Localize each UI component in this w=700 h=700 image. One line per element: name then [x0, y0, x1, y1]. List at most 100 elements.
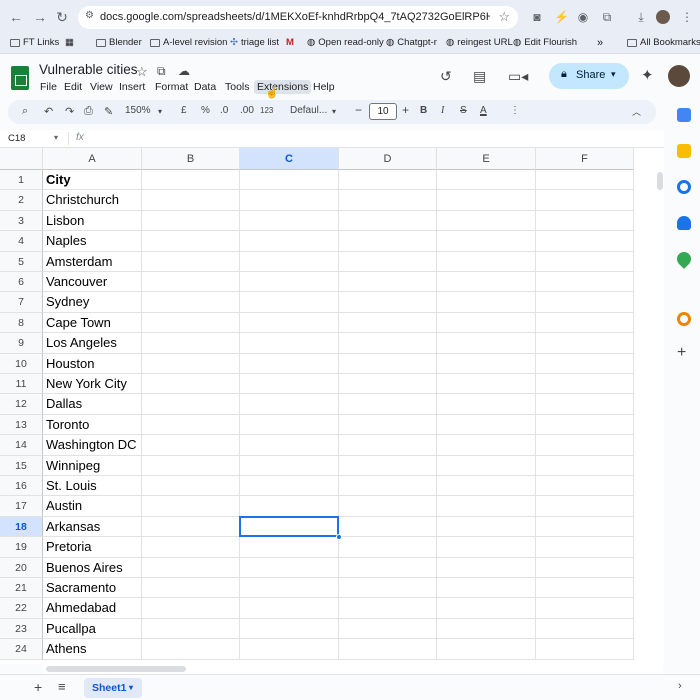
cell-d14[interactable] — [339, 435, 437, 456]
cell-b1[interactable] — [142, 170, 240, 191]
cell-b2[interactable] — [142, 190, 240, 211]
row-header[interactable]: 21 — [0, 578, 43, 599]
cell-d22[interactable] — [339, 598, 437, 619]
cell-f22[interactable] — [536, 598, 634, 619]
cell-f1[interactable] — [536, 170, 634, 191]
cell-c8[interactable] — [240, 312, 339, 334]
column-header-b[interactable]: B — [142, 148, 240, 170]
menu-data[interactable]: Data — [191, 80, 219, 94]
active-cell-outline[interactable] — [239, 515, 339, 538]
cell-b11[interactable] — [142, 374, 240, 395]
get-addons-plus-icon[interactable]: + — [677, 344, 686, 362]
all-sheets-button[interactable]: ≡ — [58, 679, 66, 694]
cell-c5[interactable] — [240, 251, 339, 272]
extension-badge-icon[interactable]: ◉ — [576, 10, 590, 24]
cell-e22[interactable] — [437, 598, 536, 619]
column-header-e[interactable]: E — [437, 148, 536, 170]
percent-format-button[interactable]: % — [201, 105, 210, 116]
cell-a1[interactable]: City — [43, 170, 142, 191]
cell-c15[interactable] — [240, 455, 339, 476]
cell-d10[interactable] — [339, 353, 437, 374]
cell-b12[interactable] — [142, 394, 240, 415]
print-icon[interactable]: ⎙ — [84, 105, 93, 118]
tasks-icon[interactable] — [677, 180, 691, 194]
cell-b17[interactable] — [142, 496, 240, 517]
cell-a4[interactable]: Naples — [43, 231, 142, 252]
row-header[interactable]: 19 — [0, 537, 43, 558]
cell-f3[interactable] — [536, 210, 634, 232]
cell-d17[interactable] — [339, 496, 437, 517]
bookmark-open-read-only[interactable]: ◍ Open read-only — [307, 37, 384, 48]
zoom-select[interactable]: 150% — [125, 105, 151, 116]
cell-c16[interactable] — [240, 476, 339, 497]
addon-icon[interactable] — [677, 312, 691, 326]
font-size-decrease-button[interactable]: − — [355, 103, 362, 117]
cell-c10[interactable] — [240, 353, 339, 374]
cell-f11[interactable] — [536, 374, 634, 395]
cloud-status-icon[interactable]: ☁ — [178, 64, 190, 78]
cell-b15[interactable] — [142, 455, 240, 476]
share-dropdown-icon[interactable]: ▾ — [611, 69, 616, 80]
cell-e17[interactable] — [437, 496, 536, 517]
gemini-sparkle-icon[interactable]: ✦ — [641, 66, 654, 84]
cell-d23[interactable] — [339, 618, 437, 640]
cell-f23[interactable] — [536, 618, 634, 640]
row-header[interactable]: 23 — [0, 618, 43, 640]
star-icon[interactable]: ☆ — [136, 64, 148, 80]
name-box-dropdown-icon[interactable]: ▾ — [54, 133, 58, 142]
cell-d11[interactable] — [339, 374, 437, 395]
cell-e19[interactable] — [437, 537, 536, 558]
cell-a5[interactable]: Amsterdam — [43, 251, 142, 272]
row-header[interactable]: 11 — [0, 374, 43, 395]
all-bookmarks[interactable]: All Bookmarks — [627, 37, 700, 48]
cell-f19[interactable] — [536, 537, 634, 558]
cell-e18[interactable] — [437, 516, 536, 538]
cell-a10[interactable]: Houston — [43, 353, 142, 374]
row-header[interactable]: 10 — [0, 353, 43, 374]
cell-f4[interactable] — [536, 231, 634, 252]
bookmark-triage[interactable]: ✣ triage list — [230, 37, 279, 48]
row-header[interactable]: 14 — [0, 435, 43, 456]
cell-b5[interactable] — [142, 251, 240, 272]
cell-b10[interactable] — [142, 353, 240, 374]
font-dropdown-icon[interactable]: ▾ — [332, 107, 336, 116]
cell-f21[interactable] — [536, 578, 634, 599]
decrease-decimal-button[interactable]: .0 — [220, 105, 228, 116]
column-header-d[interactable]: D — [339, 148, 437, 170]
column-header-f[interactable]: F — [536, 148, 634, 170]
cell-a20[interactable]: Buenos Aires — [43, 557, 142, 578]
cell-e21[interactable] — [437, 578, 536, 599]
cell-d9[interactable] — [339, 333, 437, 354]
cell-e9[interactable] — [437, 333, 536, 354]
sheet-tab-sheet1[interactable]: Sheet1 ▾ — [84, 678, 142, 698]
cell-c7[interactable] — [240, 292, 339, 313]
profile-avatar-icon[interactable] — [656, 10, 670, 24]
move-folder-icon[interactable]: ⧉ — [157, 64, 166, 79]
bookmark-star-icon[interactable]: ☆ — [498, 9, 510, 25]
currency-format-button[interactable]: £ — [181, 105, 187, 116]
cell-c17[interactable] — [240, 496, 339, 517]
menu-tools[interactable]: Tools — [222, 80, 253, 94]
cell-d7[interactable] — [339, 292, 437, 313]
cell-b14[interactable] — [142, 435, 240, 456]
cell-a3[interactable]: Lisbon — [43, 210, 142, 232]
cell-c2[interactable] — [240, 190, 339, 211]
reload-icon[interactable]: ↻ — [54, 9, 70, 25]
bookmark-reingest[interactable]: ◍ reingest URL — [446, 37, 513, 48]
cell-c12[interactable] — [240, 394, 339, 415]
menu-view[interactable]: View — [87, 80, 116, 94]
number-format-button[interactable]: 123 — [260, 106, 273, 115]
cell-a18[interactable]: Arkansas — [43, 516, 142, 538]
cell-c11[interactable] — [240, 374, 339, 395]
cell-b8[interactable] — [142, 312, 240, 334]
cell-a2[interactable]: Christchurch — [43, 190, 142, 211]
address-bar[interactable]: ⚙ docs.google.com/spreadsheets/d/1MEKXoE… — [78, 6, 518, 29]
browser-menu-icon[interactable]: ⋮ — [680, 10, 694, 24]
cell-a24[interactable]: Athens — [43, 639, 142, 660]
cell-e10[interactable] — [437, 353, 536, 374]
cell-f18[interactable] — [536, 516, 634, 538]
cell-d12[interactable] — [339, 394, 437, 415]
bookmark-chatgpt[interactable]: ◍ Chatgpt-r — [386, 37, 437, 48]
row-header[interactable]: 7 — [0, 292, 43, 313]
increase-decimal-button[interactable]: .00 — [240, 105, 254, 116]
